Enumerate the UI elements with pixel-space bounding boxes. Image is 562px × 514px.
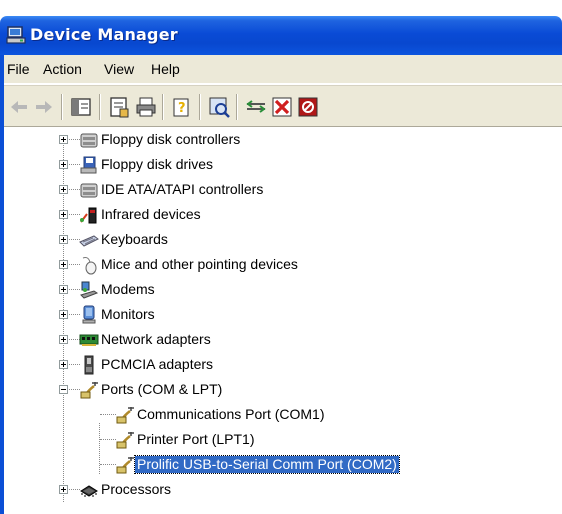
device-manager-icon [6, 26, 26, 44]
menu-help[interactable]: Help [151, 61, 180, 77]
svg-text:?: ? [178, 101, 186, 116]
tree-item-ports[interactable]: Ports (COM & LPT) [4, 378, 562, 403]
menu-view[interactable]: View [104, 61, 134, 77]
tree-item-label: PCMCIA adapters [101, 356, 214, 372]
toolbar: ? [4, 85, 562, 127]
tree-connector [100, 439, 116, 440]
tree-item-label: Ports (COM & LPT) [101, 381, 223, 397]
expand-icon[interactable] [59, 185, 68, 194]
tree-connector [100, 414, 116, 415]
tree-item-label: Infrared devices [101, 206, 201, 222]
tree-item-modems[interactable]: Modems [4, 278, 562, 303]
port-icon [80, 382, 98, 399]
tree-item-com1[interactable]: Communications Port (COM1) [4, 403, 562, 428]
tree-item-processors[interactable]: Processors [4, 478, 562, 503]
mouse-icon [82, 257, 97, 275]
tree-item-label-selected: Prolific USB-to-Serial Comm Port (COM2) [134, 455, 400, 474]
expand-icon[interactable] [59, 285, 68, 294]
device-manager-window: Device Manager File Action View Help ? F… [0, 16, 562, 514]
expand-icon[interactable] [59, 485, 68, 494]
modem-icon [80, 281, 99, 299]
port-icon [116, 407, 134, 424]
expand-icon[interactable] [59, 160, 68, 169]
scan-hardware-icon[interactable] [207, 95, 231, 119]
network-adapter-icon [79, 334, 99, 346]
menu-file[interactable]: File [7, 61, 30, 77]
tree-item-network-adapters[interactable]: Network adapters [4, 328, 562, 353]
tree-item-label: Modems [101, 281, 155, 297]
floppy-controller-icon [80, 133, 98, 148]
tree-item-label: Processors [101, 481, 172, 497]
tree-item-mice[interactable]: Mice and other pointing devices [4, 253, 562, 278]
forward-arrow-icon[interactable] [32, 95, 56, 119]
toolbar-separator [162, 94, 164, 120]
port-icon [116, 457, 134, 474]
tree-item-keyboards[interactable]: Keyboards [4, 228, 562, 253]
disable-icon[interactable] [296, 95, 320, 119]
expand-icon[interactable] [59, 360, 68, 369]
ide-controller-icon [80, 183, 98, 198]
tree-item-label: Floppy disk controllers [101, 131, 241, 147]
tree-item-floppy-disk-controllers[interactable]: Floppy disk controllers [4, 128, 562, 153]
infrared-icon [80, 207, 97, 224]
port-icon [116, 432, 134, 449]
keyboard-icon [79, 235, 99, 247]
processor-icon [80, 485, 98, 497]
tree-item-label: Floppy disk drives [101, 156, 214, 172]
tree-item-lpt1[interactable]: Printer Port (LPT1) [4, 428, 562, 453]
tree-item-infrared-devices[interactable]: Infrared devices [4, 203, 562, 228]
properties-icon[interactable] [107, 95, 131, 119]
tree-item-floppy-disk-drives[interactable]: Floppy disk drives [4, 153, 562, 178]
expand-icon[interactable] [59, 310, 68, 319]
expand-icon[interactable] [59, 135, 68, 144]
menu-action[interactable]: Action [43, 61, 82, 77]
expand-icon[interactable] [59, 210, 68, 219]
tree-item-com2[interactable]: Prolific USB-to-Serial Comm Port (COM2) [4, 453, 562, 478]
device-tree: Floppy disk controllers Floppy disk driv… [4, 128, 562, 514]
tree-item-label: Printer Port (LPT1) [137, 431, 255, 447]
expand-icon[interactable] [59, 335, 68, 344]
tree-item-pcmcia-adapters[interactable]: PCMCIA adapters [4, 353, 562, 378]
tree-item-label: IDE ATA/ATAPI controllers [101, 181, 264, 197]
update-driver-icon[interactable] [244, 95, 268, 119]
tree-item-label: Monitors [101, 306, 155, 322]
expand-icon[interactable] [59, 260, 68, 269]
toolbar-separator [236, 94, 238, 120]
back-arrow-icon[interactable] [7, 95, 31, 119]
tree-item-label: Mice and other pointing devices [101, 256, 298, 272]
tree-item-label: Keyboards [101, 231, 168, 247]
uninstall-icon[interactable] [270, 95, 294, 119]
menu-bar: File Action View Help [4, 55, 562, 84]
floppy-drive-icon [80, 156, 97, 174]
help-icon[interactable]: ? [170, 95, 194, 119]
collapse-icon[interactable] [59, 385, 68, 394]
window-title: Device Manager [30, 25, 178, 44]
tree-item-label: Network adapters [101, 331, 211, 347]
pcmcia-icon [84, 355, 94, 375]
expand-icon[interactable] [59, 235, 68, 244]
toolbar-separator [199, 94, 201, 120]
show-hide-console-tree-icon[interactable] [69, 95, 93, 119]
tree-connector [100, 464, 116, 465]
print-icon[interactable] [134, 95, 158, 119]
title-bar[interactable]: Device Manager [0, 16, 562, 55]
toolbar-separator [99, 94, 101, 120]
tree-item-label: Communications Port (COM1) [137, 406, 325, 422]
toolbar-separator [61, 94, 63, 120]
monitor-icon [82, 305, 96, 324]
tree-item-monitors[interactable]: Monitors [4, 303, 562, 328]
tree-item-ide-controllers[interactable]: IDE ATA/ATAPI controllers [4, 178, 562, 203]
